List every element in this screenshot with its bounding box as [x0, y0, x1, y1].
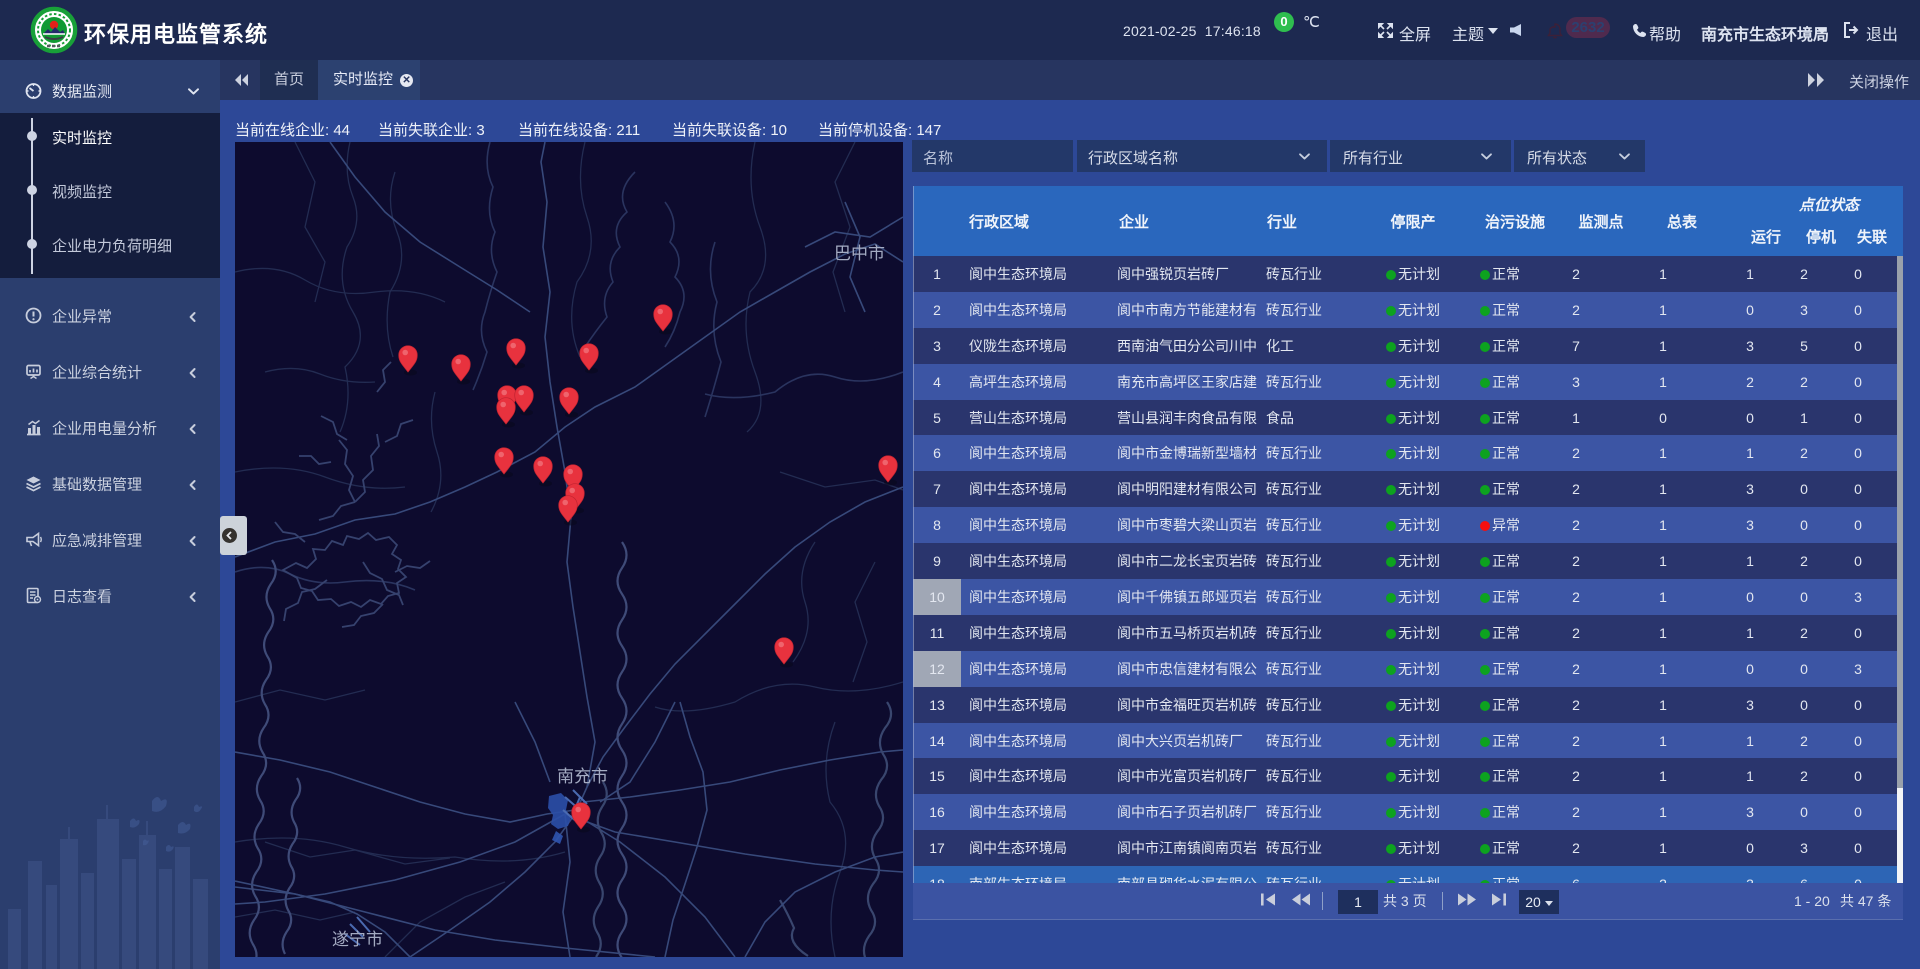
svg-text:南充市: 南充市: [557, 767, 608, 786]
svg-text:巴中市: 巴中市: [834, 244, 885, 263]
svg-text:遂宁市: 遂宁市: [332, 930, 383, 949]
